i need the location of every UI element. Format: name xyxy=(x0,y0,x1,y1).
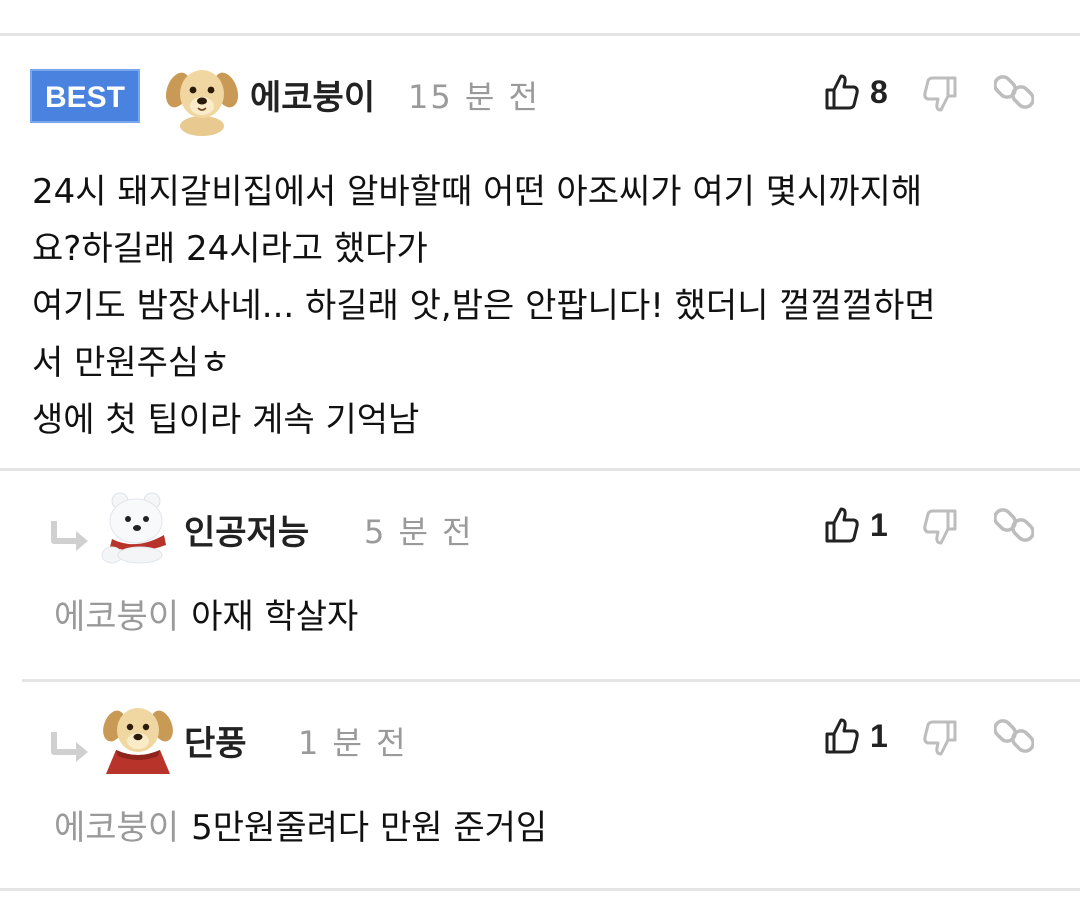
best-badge: BEST xyxy=(30,69,140,123)
reply-text: 아재 학살자 xyxy=(191,597,359,637)
timestamp: 5 분 전 xyxy=(364,513,474,551)
nickname[interactable]: 단풍 xyxy=(184,716,247,765)
comment-thread: BEST 에코붕이 15 분 전 8 24시 돼지갈비집에서 알바할때 어떤 아… xyxy=(0,0,1080,908)
thumbs-up-icon[interactable] xyxy=(824,505,860,545)
comment-body: 에코붕이 5만원줄려다 만원 준거임 xyxy=(54,800,547,849)
reply-comment: 단풍 1 분 전 1 에코붕이 5만원줄려다 만원 준거임 xyxy=(0,682,1080,888)
comment-header: 인공저능 5 분 전 1 xyxy=(0,489,1080,565)
nickname[interactable]: 인공저능 xyxy=(184,505,309,554)
mention[interactable]: 에코붕이 xyxy=(54,597,179,637)
comment-actions: 1 xyxy=(824,712,1044,762)
like-count: 8 xyxy=(870,74,888,110)
comment-actions: 1 xyxy=(824,501,1044,551)
puppy-scarf-avatar-icon[interactable] xyxy=(100,700,176,776)
comment-body: 에코붕이 아재 학살자 xyxy=(54,589,358,638)
reply-comment: 인공저능 5 분 전 1 에코붕이 아재 학살자 xyxy=(0,471,1080,679)
thumbs-down-icon[interactable] xyxy=(922,718,958,758)
best-comment: BEST 에코붕이 15 분 전 8 24시 돼지갈비집에서 알바할때 어떤 아… xyxy=(0,36,1080,468)
comment-header: BEST 에코붕이 15 분 전 8 xyxy=(0,56,1080,136)
divider xyxy=(0,888,1080,891)
polar-bear-avatar-icon[interactable] xyxy=(100,489,176,565)
timestamp: 15 분 전 xyxy=(408,78,540,116)
reply-text: 5만원줄려다 만원 준거임 xyxy=(191,808,548,848)
comment-header: 단풍 1 분 전 1 xyxy=(0,700,1080,774)
link-icon[interactable] xyxy=(993,716,1035,756)
thumbs-up-icon[interactable] xyxy=(824,72,860,112)
nickname[interactable]: 에코붕이 xyxy=(250,70,375,119)
link-icon[interactable] xyxy=(993,505,1035,545)
thumbs-up-icon[interactable] xyxy=(824,716,860,756)
thumbs-down-icon[interactable] xyxy=(922,507,958,547)
reply-arrow-icon xyxy=(48,730,92,766)
timestamp: 1 분 전 xyxy=(298,724,408,762)
comment-body: 24시 돼지갈비집에서 알바할때 어떤 아조씨가 여기 몇시까지해 요?하길래 … xyxy=(32,172,936,440)
mention[interactable]: 에코붕이 xyxy=(54,808,179,848)
link-icon[interactable] xyxy=(993,72,1035,112)
comment-actions: 8 xyxy=(824,68,1044,118)
like-count: 1 xyxy=(870,507,888,543)
thumbs-down-icon[interactable] xyxy=(922,74,958,114)
like-count: 1 xyxy=(870,718,888,754)
reply-arrow-icon xyxy=(48,519,92,555)
puppy-avatar-icon[interactable] xyxy=(164,60,240,136)
